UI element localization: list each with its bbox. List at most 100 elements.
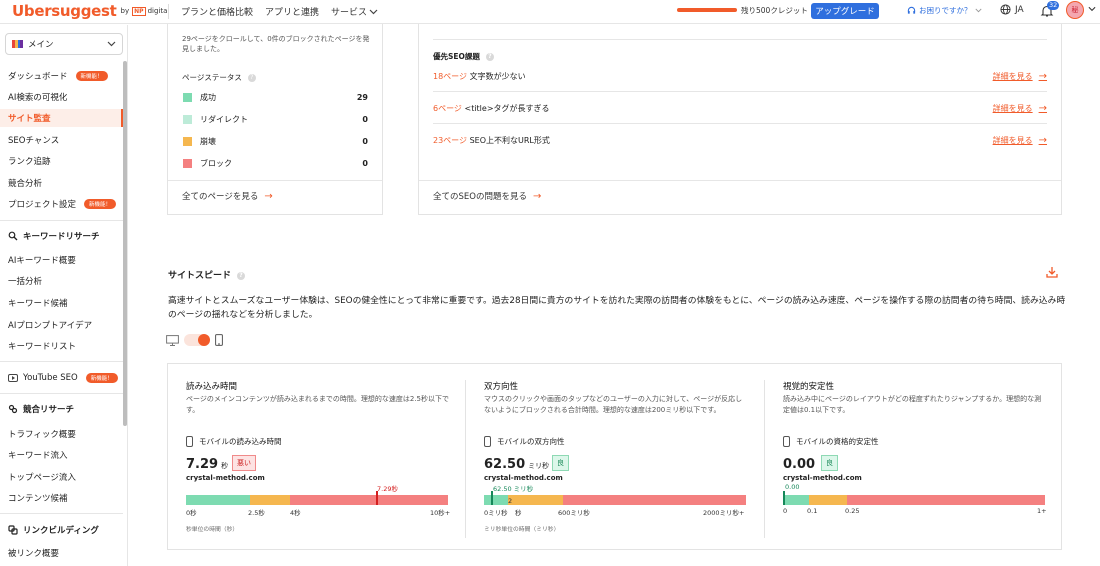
help-icon[interactable]: ? [485,53,494,61]
sidebar-item-ai-visibility[interactable]: AI検索の可視化 [0,88,123,106]
mobile-icon [783,436,790,447]
status-badge: 良 [552,455,569,471]
credit-progress-bar [677,8,737,12]
issue-details-link[interactable]: 詳細を見る → [993,135,1047,146]
youtube-icon [8,374,18,382]
nav-services[interactable]: サービス [331,5,378,18]
avatar[interactable]: 秘 [1066,1,1084,19]
nav-pricing[interactable]: プランと価格比較 [181,5,253,18]
project-selector[interactable]: メイン [5,33,123,55]
device-toggle-switch[interactable] [184,334,210,346]
metric-marker [376,491,378,505]
language-selector[interactable]: JA [1000,4,1024,15]
sidebar-section-competitive-research[interactable]: 競合リサーチ [0,399,123,419]
help-icon[interactable]: ? [237,271,246,280]
desktop-icon[interactable] [166,334,179,346]
sidebar-section-label: 競合リサーチ [23,405,75,415]
mobile-icon[interactable] [215,334,223,346]
metric-value-number: 0.00 [783,457,816,472]
sidebar-section-label: キーワードリサーチ [23,232,100,242]
issue-details-link[interactable]: 詳細を見る → [993,103,1047,114]
sidebar-item-rank-tracking[interactable]: ランク追跡 [0,152,123,170]
status-value: 0 [362,158,368,168]
download-icon[interactable] [1046,266,1058,278]
logo-by: by [120,7,130,15]
blocked-swatch [183,158,192,168]
metric-device-label: モバイルの双方向性 [484,436,565,447]
sidebar-item-backlinks-overview[interactable]: 被リンク概要 [0,544,123,562]
bar-good-segment [484,495,508,505]
nav-integrations[interactable]: アプリと連携 [265,5,319,18]
globe-icon [1000,4,1011,15]
status-badge: 良 [821,455,838,471]
sidebar-item-bulk-analysis[interactable]: 一括分析 [0,272,123,290]
priority-seo-issues-card: 優先SEO課題? 18ページ 文字数が少ない 詳細を見る → 6ページ <titl… [418,24,1062,215]
sidebar-item-youtube-seo[interactable]: YouTube SEO 新機能！ [0,369,123,387]
sidebar-item-keyword-ideas[interactable]: キーワード候補 [0,294,123,312]
issue-details-link[interactable]: 詳細を見る → [993,71,1047,82]
chevron-down-icon[interactable] [1088,6,1096,12]
issue-count[interactable]: 18ページ [433,72,467,81]
sidebar-item-content-ideas[interactable]: コンテンツ候補 [0,489,123,507]
sidebar-item-site-audit[interactable]: サイト監査 [0,109,123,127]
tick-label: 2.5秒 [248,509,265,517]
metric-title: 双方向性 [484,382,519,392]
competitor-icon [8,404,18,414]
sidebar-item-top-pages-traffic[interactable]: トップページ流入 [0,468,123,486]
device-toggle[interactable] [166,334,223,346]
metric-axis-ticks: 0秒 2.5秒 4秒 10秒+ [186,507,451,517]
help-icon[interactable]: ? [247,74,256,82]
metric-description: マウスのクリックや画面のタップなどのユーザーの入力に対して、ページが反応しないよ… [484,395,743,414]
metric-title: 視覚的安定性 [783,382,835,392]
view-all-seo-issues-link[interactable]: 全てのSEOの問題を見る → [433,190,541,203]
sidebar-section-link-building[interactable]: リンクビルディング [0,520,123,540]
metric-device-label: モバイルの資格的安定性 [783,436,879,447]
credits-remaining: 残り500クレジット [741,6,808,15]
sidebar-item-traffic-overview[interactable]: トラフィック概要 [0,425,123,443]
metric-marker [783,491,785,505]
tick-label: 0.1 [807,507,818,515]
sidebar-item-seo-opportunities[interactable]: SEOチャンス [0,131,123,149]
mobile-icon [484,436,491,447]
issue-text: 6ページ <title>タグが長すぎる [433,103,550,114]
view-all-pages-link[interactable]: 全てのページを見る → [182,190,273,203]
tick-label: 1+ [1037,507,1047,515]
status-label: リダイレクト [200,114,248,124]
sidebar-item-keyword-traffic[interactable]: キーワード流入 [0,446,123,464]
tick-label: 2000ミリ秒+ [703,509,745,517]
broken-swatch [183,136,192,146]
upgrade-button[interactable]: アップグレード [811,3,879,19]
metric-site: crystal-method.com [484,474,563,482]
issue-count[interactable]: 23ページ [433,136,467,145]
metric-visual-stability: 視覚的安定性 読み込み中にページのレイアウトがどの程度ずれたりジャンプするか。理… [765,364,1061,550]
chevron-down-icon [369,9,378,14]
chevron-down-icon [107,41,116,47]
arrow-right-icon: → [264,190,273,202]
metric-label-text: モバイルの読み込み時間 [199,437,282,446]
link-icon [8,525,18,535]
status-value: 0 [362,114,368,124]
tick-label: 0秒 [186,509,197,517]
metric-interactivity: 双方向性 マウスのクリックや画面のタップなどのユーザーの入力に対して、ページが反… [466,364,762,550]
axis-note: ミリ秒単位の時間（ミリ秒） [484,527,560,533]
ubersuggest-logo[interactable]: Ubersuggest by NP digital [12,2,169,20]
issue-count[interactable]: 6ページ [433,104,462,113]
sidebar-item-competitor-analysis[interactable]: 競合分析 [0,174,123,192]
sidebar-section-keyword-research[interactable]: キーワードリサーチ [0,226,123,246]
bar-bad-segment [290,495,448,505]
sidebar-item-dashboard[interactable]: ダッシュボード 新機能！ [0,67,123,85]
sidebar-item-label: 競合分析 [8,179,43,189]
sidebar-item-ai-prompt-ideas[interactable]: AIプロンプトアイデア [0,316,123,334]
sidebar-item-label: キーワード候補 [8,299,68,309]
sidebar-item-ai-keyword-overview[interactable]: AIキーワード概要 [0,251,123,269]
bar-good-segment [783,495,809,505]
metric-value: 7.29 秒 [186,457,228,472]
sidebar-scrollbar[interactable] [123,61,127,426]
help-link[interactable]: お困りですか？ [907,5,982,16]
sidebar-item-project-settings[interactable]: プロジェクト設定 新機能！ [0,195,123,213]
status-row-blocked: ブロック 0 [183,157,368,169]
sidebar-item-label: SEOチャンス [8,136,60,146]
status-label: ブロック [200,158,232,168]
sidebar-item-keyword-lists[interactable]: キーワードリスト [0,337,123,355]
crawl-summary-card: 29ページをクロールして、0件のブロックされたページを発見しました。 ページステ… [167,24,383,215]
